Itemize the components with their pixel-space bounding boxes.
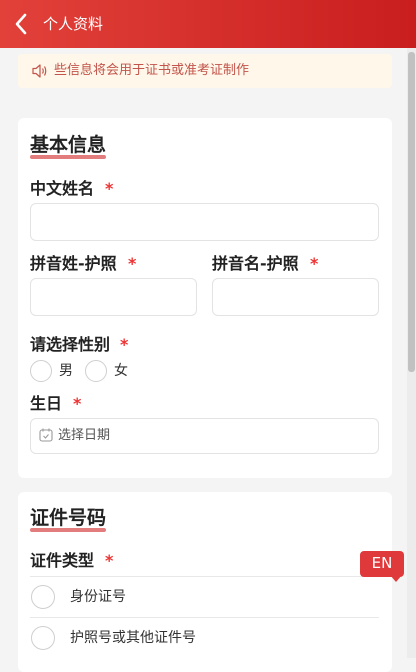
- passport-label[interactable]: 护照号或其他证件号: [70, 629, 196, 647]
- section-title-basic-info: 基本信息: [30, 134, 107, 156]
- gender-male-label[interactable]: 男: [59, 362, 73, 380]
- id-card-label[interactable]: 身份证号: [70, 588, 126, 606]
- gender-male-radio[interactable]: [30, 360, 52, 382]
- divider: [30, 617, 379, 618]
- section-title-id-number: 证件号码: [30, 507, 107, 529]
- required-marker: *: [128, 254, 137, 273]
- chinese-name-label: 中文姓名: [30, 179, 95, 198]
- page-title: 个人资料: [43, 15, 104, 33]
- gender-label: 请选择性别: [30, 335, 111, 354]
- chinese-name-input[interactable]: [30, 203, 379, 241]
- pinyin-surname-input[interactable]: [30, 278, 197, 316]
- gender-female-radio[interactable]: [85, 360, 107, 382]
- passport-radio[interactable]: [31, 626, 55, 650]
- required-marker: *: [120, 335, 129, 354]
- calendar-icon: [39, 428, 53, 442]
- section-title-underline: [30, 155, 106, 159]
- birthday-placeholder: 选择日期: [58, 428, 111, 443]
- pinyin-given-name-input[interactable]: [212, 278, 379, 316]
- top-bar: 个人资料: [0, 0, 416, 48]
- pinyin-given-name-label: 拼音名-护照: [212, 254, 299, 273]
- birthday-label: 生日: [30, 394, 63, 413]
- language-label[interactable]: EN: [360, 553, 404, 573]
- id-card-radio[interactable]: [31, 585, 55, 609]
- gender-female-label[interactable]: 女: [114, 362, 128, 380]
- notice-text: 些信息将会用于证书或准考证制作: [54, 63, 250, 78]
- birthday-date-picker[interactable]: 选择日期: [30, 418, 379, 454]
- pinyin-surname-label: 拼音姓-护照: [30, 254, 117, 273]
- basic-info-card: 基本信息 中文姓名 * 拼音姓-护照 * 拼音名-护照 * 请选择性别 * 男 …: [18, 118, 392, 478]
- required-marker: *: [73, 394, 82, 413]
- id-number-card: 证件号码 证件类型 * 身份证号 护照号或其他证件号: [18, 492, 392, 672]
- id-type-label: 证件类型: [30, 551, 95, 570]
- divider: [30, 576, 379, 577]
- speaker-icon: [32, 64, 47, 78]
- required-marker: *: [105, 179, 114, 198]
- language-switch-button[interactable]: EN: [360, 551, 404, 582]
- required-marker: *: [310, 254, 319, 273]
- section-title-underline: [30, 528, 106, 532]
- required-marker: *: [105, 551, 114, 570]
- notice-banner: 些信息将会用于证书或准考证制作: [18, 54, 392, 88]
- chevron-left-icon[interactable]: [14, 13, 28, 35]
- badge-tail: [390, 575, 402, 582]
- scrollbar-thumb[interactable]: [408, 52, 415, 372]
